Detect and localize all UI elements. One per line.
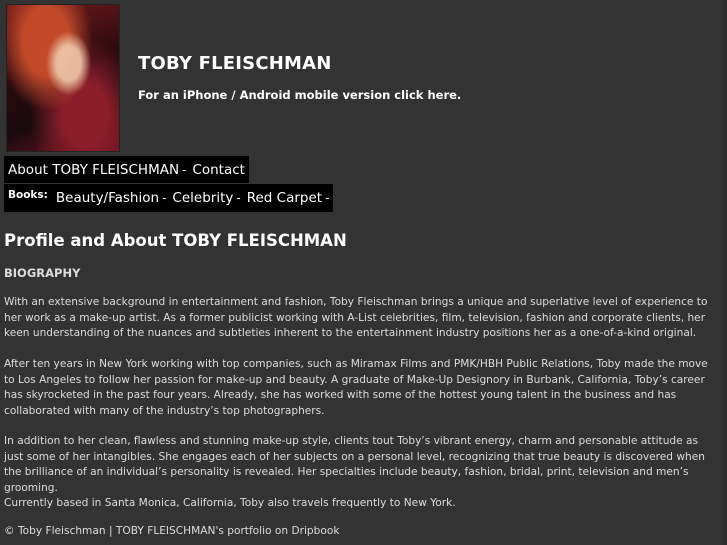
bio-paragraph: Currently based in Santa Monica, Califor… (4, 497, 456, 509)
footer: © Toby Fleischman | TOBY FLEISCHMAN's po… (4, 525, 339, 537)
nav-book-celebrity[interactable]: Celebrity (172, 190, 233, 206)
nav-separator: - (236, 191, 241, 205)
dripbook-portfolio-link[interactable]: TOBY FLEISCHMAN's portfolio on Dripbook (116, 525, 340, 537)
bio-paragraph: In addition to her clean, flawless and s… (4, 435, 705, 494)
mobile-version-line: For an iPhone / Android mobile version c… (138, 88, 461, 102)
nav-book-red-carpet[interactable]: Red Carpet (247, 190, 322, 206)
primary-nav: About TOBY FLEISCHMAN - Contact (4, 156, 249, 183)
copyright-text: © Toby Fleischman (4, 525, 106, 537)
scrollbar-edge[interactable] (723, 0, 727, 545)
site-title: TOBY FLEISCHMAN (138, 53, 332, 74)
page-heading: Profile and About TOBY FLEISCHMAN (4, 231, 347, 250)
books-label: Books: (8, 189, 48, 201)
nav-separator: - (162, 191, 167, 205)
nav-separator: - (325, 191, 330, 205)
mobile-version-link[interactable]: For an iPhone / Android mobile version c… (138, 88, 461, 102)
nav-separator: - (182, 162, 187, 177)
bio-paragraph: After ten years in New York working with… (4, 358, 708, 417)
biography-heading: BIOGRAPHY (4, 266, 81, 280)
nav-book-beauty-fashion[interactable]: Beauty/Fashion (56, 190, 159, 206)
books-nav: Books: Beauty/Fashion - Celebrity - Red … (4, 184, 334, 212)
portfolio-photo[interactable] (6, 4, 120, 152)
bio-paragraph: With an extensive background in entertai… (4, 296, 708, 339)
site-header: TOBY FLEISCHMAN For an iPhone / Android … (6, 4, 721, 152)
footer-divider: | (108, 525, 113, 537)
nav-contact-link[interactable]: Contact (192, 162, 245, 178)
nav-about-link[interactable]: About TOBY FLEISCHMAN (8, 162, 179, 178)
